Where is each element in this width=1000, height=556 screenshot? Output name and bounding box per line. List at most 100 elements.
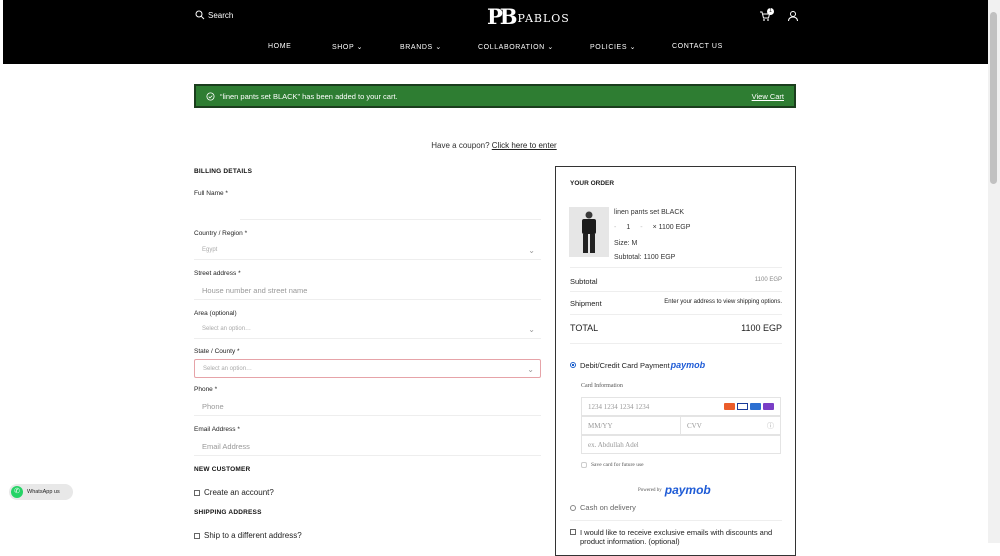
- nav-home[interactable]: HOME: [268, 43, 291, 50]
- minus-icon[interactable]: -: [614, 224, 616, 231]
- checkbox-icon: [194, 489, 200, 496]
- paymob-logo: paymob: [664, 483, 711, 497]
- cart-button[interactable]: 1: [759, 8, 774, 27]
- product-name: linen pants set BLACK: [614, 209, 685, 216]
- scrollbar-thumb[interactable]: [990, 12, 997, 184]
- unit-price: × 1100 EGP: [652, 224, 691, 231]
- view-cart-link[interactable]: View Cart: [752, 92, 784, 101]
- paymob-logo: paymob: [670, 360, 706, 370]
- cart-notice: “linen pants set BLACK” has been added t…: [194, 84, 796, 108]
- state-select[interactable]: Select an option… ⌄: [194, 359, 541, 378]
- site-header: Search PB PABLOS 1 HOME SHOP ⌄ BRANDS ⌄ …: [3, 0, 988, 64]
- save-card-checkbox[interactable]: Save card for future use: [581, 462, 644, 468]
- expiry-input[interactable]: MM/YY: [581, 416, 681, 435]
- subtotal-row: Subtotal 1100 EGP: [570, 277, 782, 286]
- card-info-label: Card Information: [581, 383, 623, 389]
- order-title: YOUR ORDER: [570, 180, 615, 187]
- checkbox-icon: [581, 462, 587, 468]
- payment-card-option[interactable]: Debit/Credit Card Payment paymob: [570, 360, 705, 370]
- country-label: Country / Region *: [194, 230, 248, 237]
- name-placeholder: ex. Abdullah Adel: [588, 441, 639, 449]
- whatsapp-label: WhatsApp us: [27, 489, 60, 495]
- user-icon: [788, 11, 798, 22]
- card-brands: [724, 403, 774, 410]
- coupon-link[interactable]: Click here to enter: [492, 141, 557, 150]
- newsletter-label: I would like to receive exclusive emails…: [580, 528, 773, 546]
- nav-shop[interactable]: SHOP ⌄: [332, 43, 363, 51]
- payment-card-label: Debit/Credit Card Payment: [580, 360, 670, 370]
- plus-icon[interactable]: -: [640, 224, 642, 231]
- product-size: Size: M: [614, 240, 638, 247]
- product-subtotal: Subtotal: 1100 EGP: [614, 254, 676, 261]
- full-name-input[interactable]: [240, 201, 541, 220]
- divider: [570, 267, 782, 268]
- chevron-down-icon: ⌄: [528, 246, 535, 255]
- nav-policies[interactable]: POLICIES ⌄: [590, 43, 636, 51]
- email-placeholder: Email Address: [202, 442, 250, 451]
- area-select[interactable]: Select an option… ⌄: [194, 320, 541, 339]
- phone-placeholder: Phone: [202, 402, 224, 411]
- card-number-input[interactable]: 1234 1234 1234 1234: [581, 397, 781, 416]
- powered-by-text: Powered by: [638, 487, 662, 493]
- create-account-checkbox[interactable]: Create an account?: [194, 488, 274, 497]
- ship-different-label: Ship to a different address?: [204, 531, 302, 540]
- product-thumbnail: [569, 207, 609, 257]
- divider: [570, 343, 782, 344]
- account-button[interactable]: [787, 9, 799, 27]
- expiry-placeholder: MM/YY: [588, 422, 613, 430]
- shipment-row: Shipment Enter your address to view shipp…: [570, 299, 782, 308]
- area-label: Area (optional): [194, 310, 237, 317]
- subtotal-label: Subtotal: [570, 277, 598, 286]
- cod-label: Cash on delivery: [580, 503, 636, 512]
- divider: [570, 291, 782, 292]
- card-number-placeholder: 1234 1234 1234 1234: [588, 403, 650, 411]
- state-value: Select an option…: [203, 366, 253, 372]
- new-customer-title: NEW CUSTOMER: [194, 466, 251, 473]
- save-card-label: Save card for future use: [591, 462, 644, 468]
- cvv-placeholder: CVV: [687, 422, 702, 430]
- billing-title: BILLING DETAILS: [194, 168, 253, 175]
- checkbox-icon: [570, 529, 576, 535]
- search-label: Search: [208, 10, 234, 20]
- email-input[interactable]: Email Address: [194, 437, 541, 456]
- cvv-input[interactable]: CVV ⓘ: [680, 416, 781, 435]
- logo-monogram: PB: [487, 4, 517, 29]
- divider: [570, 520, 782, 521]
- amex-icon: [750, 403, 761, 410]
- powered-by-paymob: Powered by paymob: [638, 483, 711, 497]
- state-label: State / County *: [194, 348, 240, 355]
- nav-brands[interactable]: BRANDS ⌄: [400, 43, 442, 51]
- email-label: Email Address *: [194, 426, 240, 433]
- nav-collaboration[interactable]: COLLABORATION ⌄: [478, 43, 554, 51]
- shipping-title: SHIPPING ADDRESS: [194, 509, 262, 516]
- quantity-stepper[interactable]: - 1 - × 1100 EGP: [614, 224, 690, 231]
- chevron-down-icon: ⌄: [527, 365, 534, 374]
- ship-different-checkbox[interactable]: Ship to a different address?: [194, 531, 302, 540]
- cod-option[interactable]: Cash on delivery: [570, 503, 636, 512]
- meeza-icon: [763, 403, 774, 410]
- coupon-prompt: Have a coupon? Click here to enter: [0, 141, 988, 150]
- divider: [570, 314, 782, 315]
- page-scrollbar[interactable]: [988, 0, 1000, 543]
- order-summary: YOUR ORDER linen pants set BLACK - 1 - ×…: [555, 166, 796, 556]
- search-button[interactable]: Search: [195, 10, 233, 20]
- logo-word: PABLOS: [517, 12, 570, 25]
- cardholder-name-input[interactable]: ex. Abdullah Adel: [581, 435, 781, 454]
- nav-contact[interactable]: CONTACT US: [672, 43, 723, 50]
- total-row: TOTAL 1100 EGP: [570, 323, 782, 333]
- site-logo[interactable]: PB PABLOS: [487, 4, 570, 29]
- country-select[interactable]: Egypt ⌄: [194, 241, 541, 260]
- phone-input[interactable]: Phone: [194, 397, 541, 416]
- whatsapp-button[interactable]: ✆ WhatsApp us: [9, 484, 73, 500]
- country-value: Egypt: [202, 247, 218, 253]
- total-label: TOTAL: [570, 323, 599, 333]
- shipment-label: Shipment: [570, 299, 602, 308]
- chevron-down-icon: ⌄: [528, 325, 535, 334]
- street-input[interactable]: House number and street name: [194, 281, 541, 300]
- search-icon: [195, 10, 205, 20]
- coupon-text: Have a coupon?: [431, 141, 490, 150]
- street-label: Street address *: [194, 270, 241, 277]
- checkbox-icon: [194, 532, 200, 539]
- mastercard-icon: [724, 403, 735, 410]
- newsletter-checkbox[interactable]: I would like to receive exclusive emails…: [570, 528, 785, 546]
